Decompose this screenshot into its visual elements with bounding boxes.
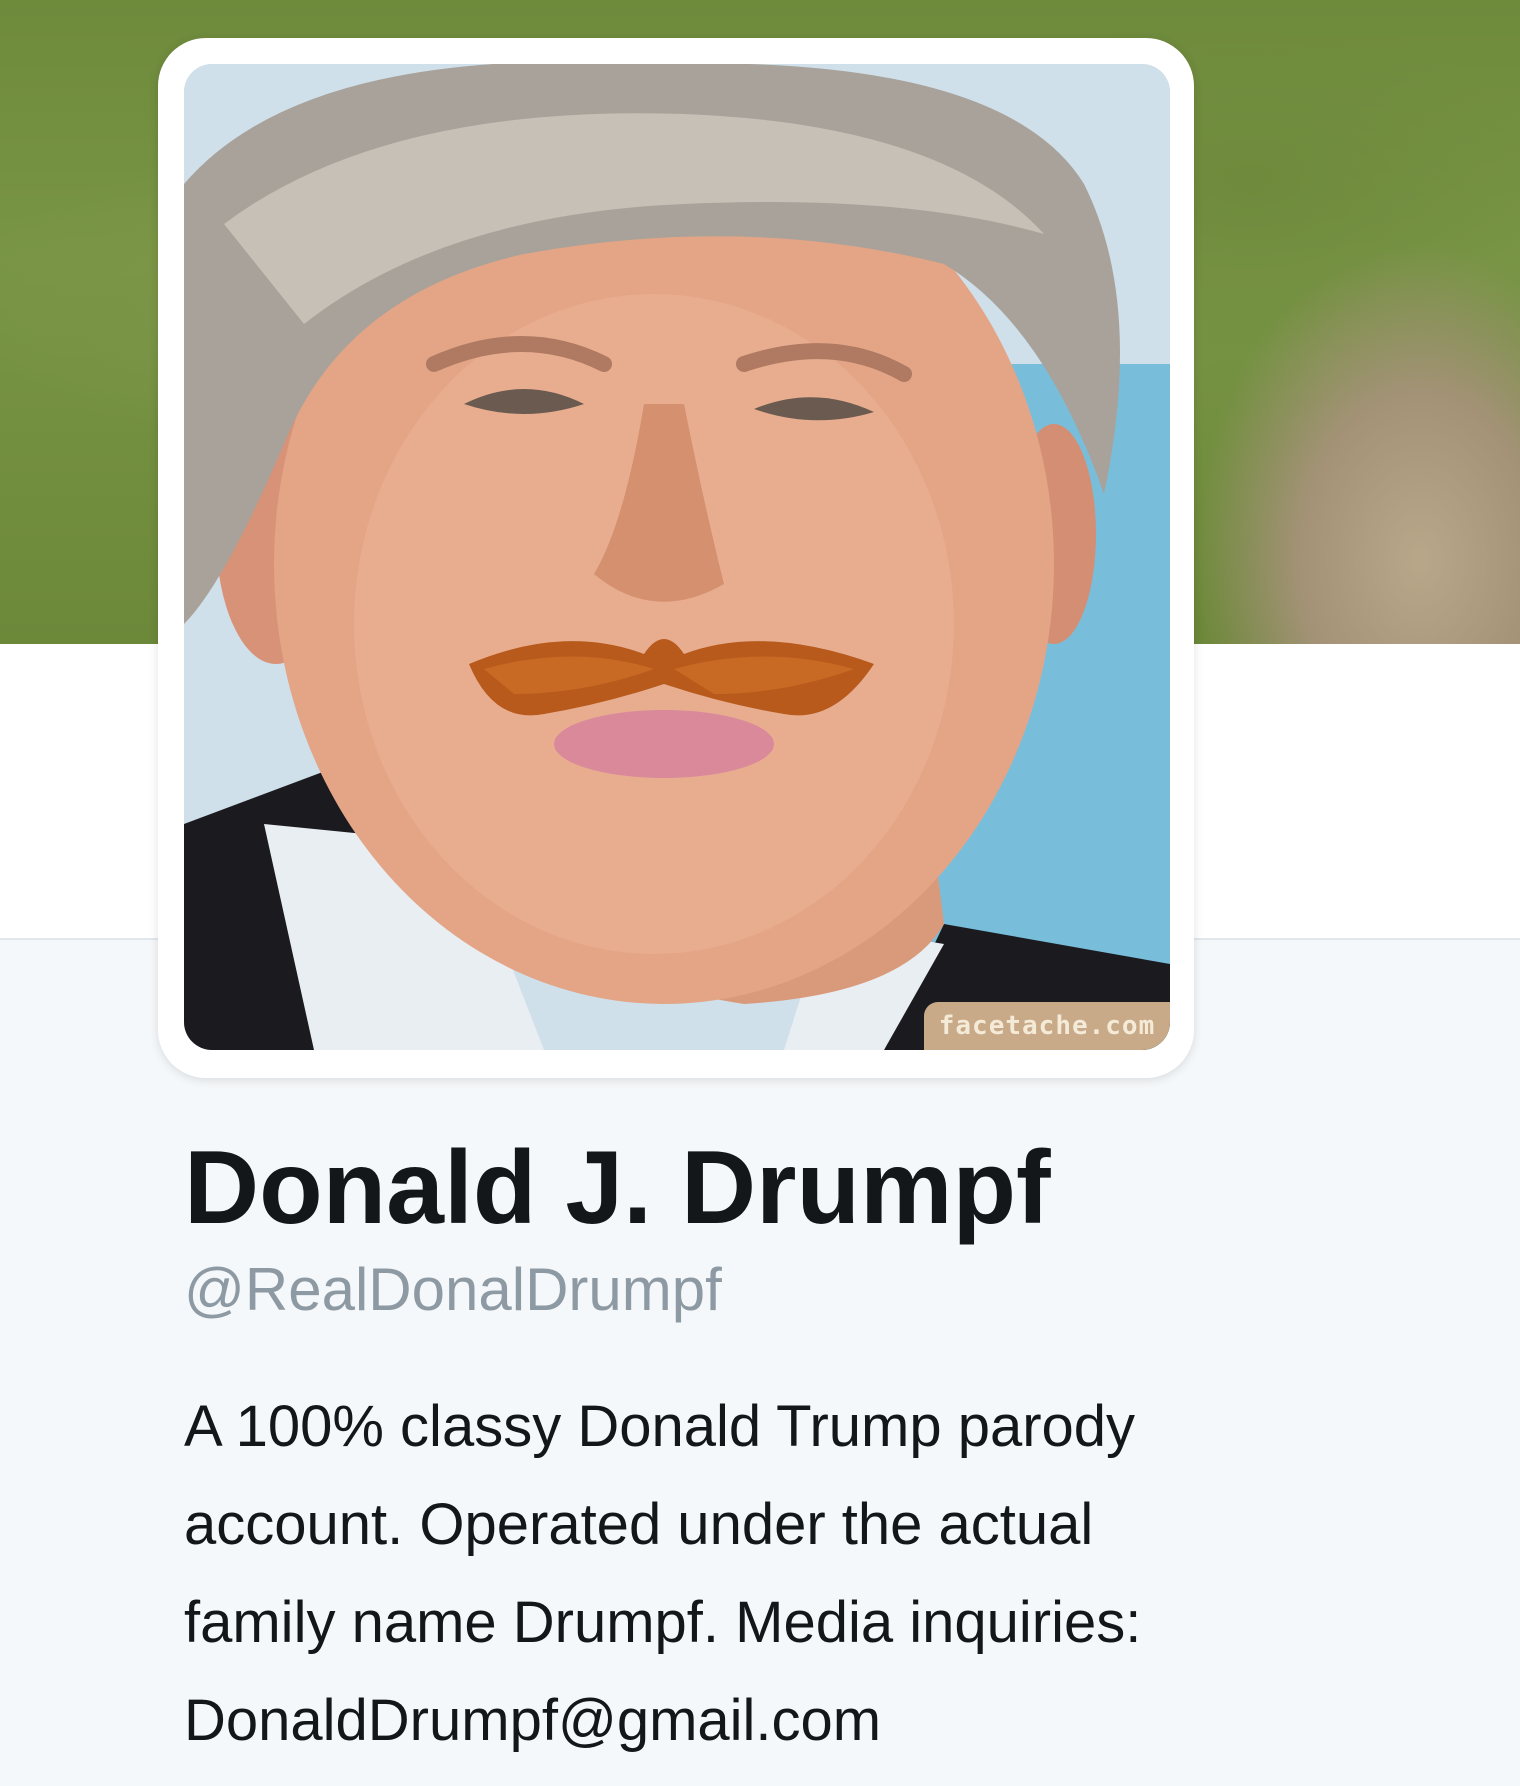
bio-line: account. Operated under the actual [184, 1492, 1094, 1557]
profile-handle[interactable]: @RealDonalDrumpf [184, 1254, 722, 1326]
avatar-watermark: facetache.com [924, 1002, 1170, 1050]
avatar-portrait-image [184, 64, 1170, 1050]
bio-line: A 100% classy Donald Trump parody [184, 1394, 1136, 1459]
profile-bio: A 100% classy Donald Trump parody accoun… [184, 1378, 1404, 1770]
profile-display-name[interactable]: Donald J. Drumpf [184, 1128, 1051, 1248]
profile-page: facetache.com Donald J. Drumpf @RealDona… [0, 0, 1520, 1786]
avatar[interactable]: facetache.com [184, 64, 1170, 1050]
bio-line: DonaldDrumpf@gmail.com [184, 1688, 882, 1753]
bio-line: family name Drumpf. Media inquiries: [184, 1590, 1142, 1655]
